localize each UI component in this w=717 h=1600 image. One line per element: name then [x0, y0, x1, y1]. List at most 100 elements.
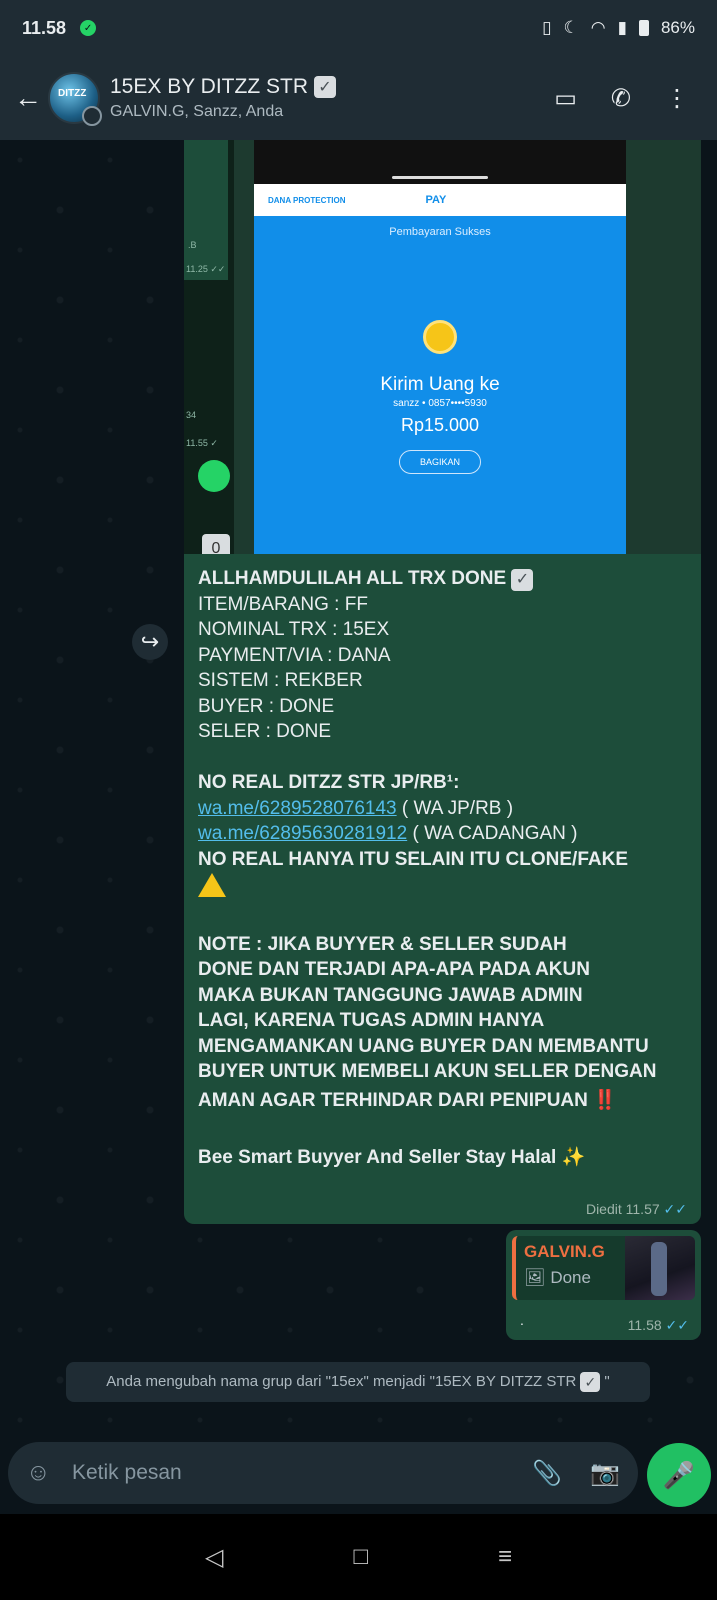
- dana-receipt: DANA PROTECTION PAY Pembayaran Sukses Ki…: [254, 184, 626, 564]
- notification-icon: ✓: [80, 20, 97, 36]
- chat-area[interactable]: .B 11.25 ✓✓ 34 11.55 ✓ 0 DANA PROTECTION…: [0, 140, 717, 1427]
- read-receipt-icon: ✓✓: [663, 1201, 687, 1217]
- strip-time-2: 11.55 ✓: [186, 438, 218, 448]
- quoted-text: Done: [550, 1268, 591, 1287]
- avatar-logo: DITZZ: [58, 88, 87, 99]
- message-time: 11.57: [625, 1201, 660, 1217]
- system-message: Anda mengubah nama grup dari "15ex" menj…: [66, 1362, 650, 1402]
- line-fake-warning: NO REAL HANYA ITU SELAIN ITU CLONE/FAKE: [198, 848, 628, 870]
- attach-icon[interactable]: 📎: [532, 1459, 562, 1488]
- group-info[interactable]: 15EX BY DITZZ STR ✓ GALVIN.G, Sanzz, And…: [110, 75, 554, 121]
- voice-call-icon[interactable]: ✆: [611, 84, 631, 113]
- message-line: ALLHAMDULILAH ALL TRX DONE ✓: [198, 566, 687, 592]
- check-box-emoji-icon: ✓: [580, 1372, 601, 1392]
- nav-home-icon[interactable]: □: [353, 1543, 368, 1571]
- double-exclamation-icon: ‼️: [593, 1089, 617, 1111]
- system-message-text: Anda mengubah nama grup dari "15ex" menj…: [106, 1373, 577, 1390]
- dnd-moon-icon: ☾: [563, 18, 579, 37]
- dana-top-bar: DANA PROTECTION PAY: [254, 184, 626, 216]
- note-line-5: MENGAMANKAN UANG BUYER DAN MEMBANTU: [198, 1035, 649, 1057]
- note-line-3: MAKA BUKAN TANGGUNG JAWAB ADMIN: [198, 984, 583, 1006]
- chat-header: ← DITZZ 15EX BY DITZZ STR ✓ GALVIN.G, Sa…: [0, 56, 717, 140]
- battery-percent: 86%: [660, 18, 695, 37]
- reply-meta: 11.58 ✓✓: [628, 1317, 689, 1334]
- group-members: GALVIN.G, Sanzz, Anda: [110, 103, 284, 120]
- text-message[interactable]: ALLHAMDULILAH ALL TRX DONE ✓ ITEM/BARANG…: [184, 554, 701, 1224]
- message-input[interactable]: [72, 1461, 505, 1485]
- dana-pay-logo: PAY: [425, 194, 447, 206]
- receipt-headline: Kirim Uang ke: [380, 374, 500, 395]
- system-message-suffix: ": [604, 1373, 610, 1390]
- message-composer: ☺ 📎 📷: [8, 1442, 638, 1504]
- strip-text-34: 34: [186, 410, 197, 420]
- line-item: ITEM/BARANG : FF: [198, 593, 368, 615]
- line-no-real: NO REAL DITZZ STR JP/RB¹:: [198, 772, 460, 793]
- payment-status: Pembayaran Sukses: [389, 226, 491, 238]
- dana-protection-logo: DANA PROTECTION: [268, 195, 346, 205]
- vibrate-icon: ▯: [542, 18, 552, 37]
- nav-recents-icon[interactable]: ≡: [498, 1543, 512, 1571]
- success-coin-icon: [423, 320, 457, 354]
- share-button: BAGIKAN: [399, 450, 481, 474]
- line-trx-done: ALLHAMDULILAH ALL TRX DONE: [198, 568, 507, 589]
- group-title: 15EX BY DITZZ STR ✓: [110, 75, 554, 99]
- nav-back-icon[interactable]: ◁: [205, 1543, 223, 1572]
- wa-link-backup[interactable]: wa.me/62895630281912: [198, 823, 407, 844]
- header-actions: ▭ ✆ ⋮: [554, 84, 689, 113]
- status-bar: 11.58 ✓ ▯ ☾ ◠ ▮ 86%: [0, 0, 717, 56]
- voice-record-button[interactable]: 🎤: [647, 1443, 711, 1507]
- wifi-icon: ◠: [590, 18, 606, 37]
- battery-icon: [638, 20, 649, 36]
- wa-link-primary-note: ( WA JP/RB ): [396, 797, 514, 819]
- forward-icon[interactable]: ↪: [132, 624, 168, 660]
- line-link-1: wa.me/6289528076143 ( WA JP/RB ): [198, 796, 687, 822]
- status-icons: ▯ ☾ ◠ ▮ 86%: [542, 18, 695, 38]
- note-line-4: LAGI, KARENA TUGAS ADMIN HANYA: [198, 1010, 545, 1031]
- note-line-2: DONE DAN TERJADI APA-APA PADA AKUN: [198, 959, 590, 980]
- screenshot-notch-bar: [392, 176, 488, 179]
- back-arrow-icon[interactable]: ←: [8, 82, 48, 114]
- note-line-7-text: AMAN AGAR TERHINDAR DARI PENIPUAN: [198, 1089, 588, 1111]
- image-message[interactable]: .B 11.25 ✓✓ 34 11.55 ✓ 0 DANA PROTECTION…: [184, 140, 701, 564]
- wa-link-backup-note: ( WA CADANGAN ): [407, 823, 578, 844]
- line-payment: PAYMENT/VIA : DANA: [198, 644, 391, 666]
- line-system: SISTEM : REKBER: [198, 670, 363, 691]
- sparkles-icon: ✨: [561, 1147, 586, 1168]
- reply-body: .: [520, 1312, 524, 1328]
- status-time: 11.58: [22, 17, 67, 38]
- note-line-1: NOTE : JIKA BUYYER & SELLER SUDAH: [198, 933, 567, 955]
- reply-message[interactable]: GALVIN.G 🖼 Done . 11.58 ✓✓: [506, 1230, 701, 1340]
- quoted-thumbnail: [625, 1236, 695, 1300]
- line-warning-emoji: [198, 872, 687, 906]
- emoji-icon[interactable]: ☺: [26, 1459, 60, 1487]
- reply-time: 11.58: [627, 1317, 662, 1333]
- strip-mic-icon: [198, 460, 230, 492]
- line-seller: SELER : DONE: [198, 721, 332, 742]
- receipt-amount: Rp15.000: [400, 415, 480, 435]
- signal-icon: ▮: [617, 18, 627, 37]
- group-name: 15EX BY DITZZ STR: [110, 75, 308, 98]
- more-menu-icon[interactable]: ⋮: [665, 84, 689, 113]
- mic-icon: 🎤: [662, 1459, 696, 1490]
- camera-icon[interactable]: 📷: [590, 1459, 620, 1488]
- read-receipt-icon: ✓✓: [665, 1317, 689, 1333]
- quoted-message[interactable]: GALVIN.G 🖼 Done: [512, 1236, 695, 1300]
- video-call-icon[interactable]: ▭: [554, 84, 577, 113]
- note-line-6: BUYER UNTUK MEMBELI AKUN SELLER DENGAN: [198, 1061, 657, 1082]
- receipt-recipient: sanzz • 0857••••5930: [393, 398, 487, 409]
- thumbnail-figure: [651, 1242, 667, 1296]
- group-avatar[interactable]: DITZZ: [48, 72, 102, 126]
- closing-text: Bee Smart Buyyer And Seller Stay Halal: [198, 1147, 557, 1168]
- check-box-emoji-icon: ✓: [511, 568, 534, 591]
- screenshot-left-strip: .B 11.25 ✓✓ 34 11.55 ✓ 0: [184, 140, 234, 564]
- note-line-7: AMAN AGAR TERHINDAR DARI PENIPUAN ‼️: [198, 1085, 687, 1117]
- message-meta: Diedit 11.57 ✓✓: [586, 1201, 687, 1218]
- strip-time-1: 11.25 ✓✓: [186, 264, 226, 274]
- wa-link-primary[interactable]: wa.me/6289528076143: [198, 798, 397, 819]
- line-link-2: wa.me/62895630281912 ( WA CADANGAN ): [198, 821, 687, 847]
- line-nominal: NOMINAL TRX : 15EX: [198, 619, 390, 640]
- line-buyer: BUYER : DONE: [198, 695, 335, 717]
